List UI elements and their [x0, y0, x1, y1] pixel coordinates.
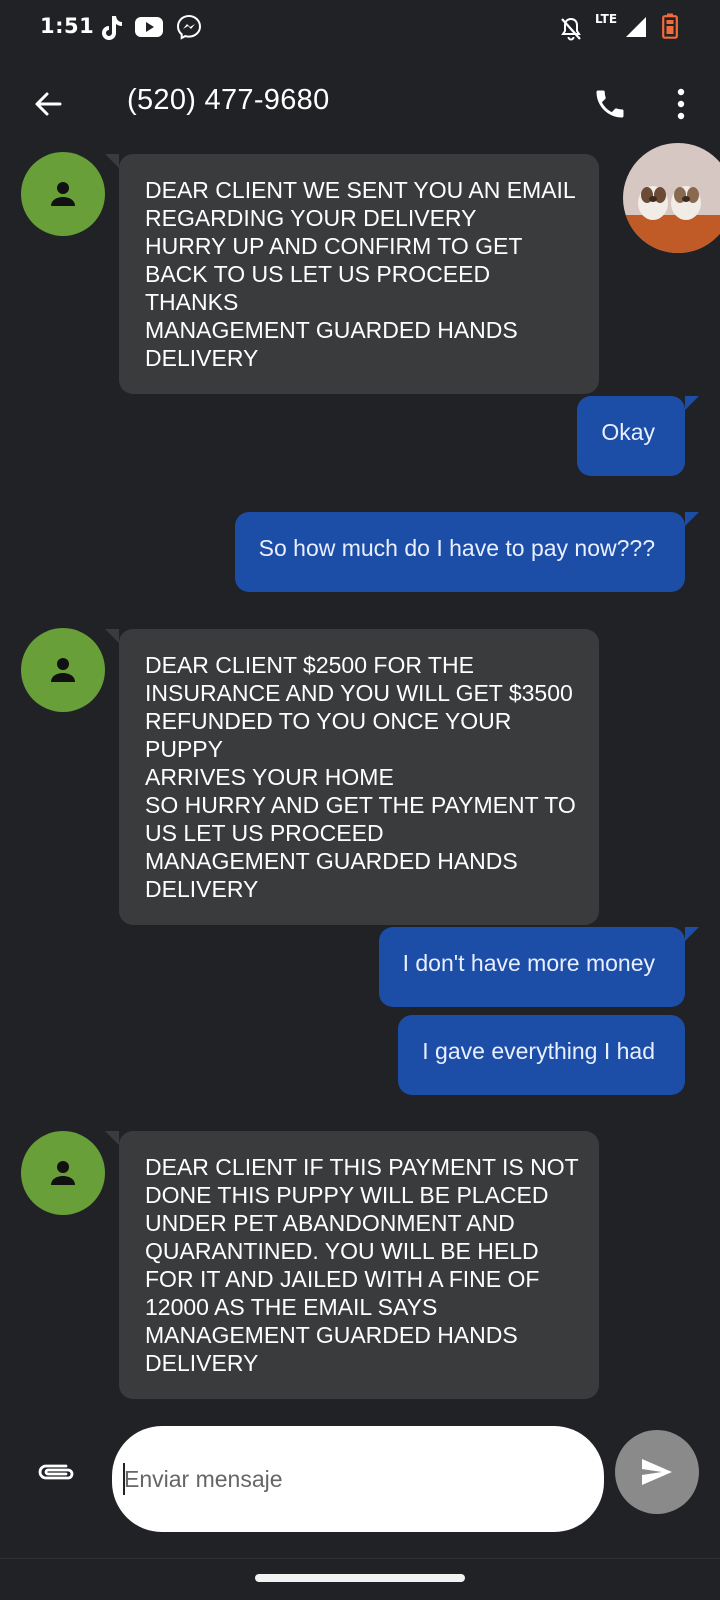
more-vert-icon: [677, 88, 685, 120]
send-button[interactable]: [615, 1430, 699, 1514]
youtube-icon: [134, 16, 164, 43]
conversation-header: (520) 477-9680: [0, 64, 720, 144]
more-options-button[interactable]: [656, 78, 706, 130]
outgoing-message[interactable]: Okay: [577, 396, 699, 476]
messages-screen: 1:51 LTE (520) 477-9680 DEAR CLIENT WE S…: [0, 0, 720, 1600]
compose-field[interactable]: [112, 1426, 604, 1532]
notifications-off-icon: [559, 16, 583, 47]
call-button[interactable]: [584, 78, 636, 130]
person-icon: [51, 658, 75, 682]
back-arrow-icon: [35, 92, 62, 116]
contact-title: (520) 477-9680: [127, 84, 330, 116]
outgoing-message[interactable]: So how much do I have to pay now???: [234, 512, 700, 592]
home-indicator[interactable]: [255, 1574, 465, 1582]
message-input[interactable]: [124, 1426, 584, 1532]
puppies-photo-icon: [623, 143, 720, 253]
attach-button[interactable]: [30, 1446, 82, 1498]
person-icon: [51, 1161, 75, 1185]
contact-avatar[interactable]: [21, 628, 105, 712]
outgoing-message[interactable]: I gave everything I had: [398, 1015, 685, 1095]
text-cursor: [123, 1463, 125, 1495]
signal-icon: [624, 16, 648, 43]
send-icon: [642, 1459, 672, 1485]
incoming-message[interactable]: DEAR CLIENT WE SENT YOU AN EMAIL REGARDI…: [105, 154, 599, 394]
status-time: 1:51: [40, 14, 95, 38]
outgoing-message[interactable]: I don't have more money: [378, 927, 700, 1007]
contact-avatar[interactable]: [21, 1131, 105, 1215]
tiktok-icon: [98, 14, 124, 47]
network-type: LTE: [595, 12, 618, 26]
attach-icon: [38, 1464, 74, 1480]
contact-avatar[interactable]: [21, 152, 105, 236]
phone-icon: [596, 90, 624, 118]
person-icon: [51, 182, 75, 206]
messenger-icon: [176, 14, 202, 45]
bottom-divider: [0, 1558, 720, 1559]
status-bar: 1:51 LTE: [0, 0, 720, 56]
back-button[interactable]: [22, 80, 74, 128]
incoming-message[interactable]: DEAR CLIENT $2500 FOR THE INSURANCE AND …: [105, 629, 599, 925]
battery-low-icon: [662, 13, 678, 44]
incoming-message[interactable]: DEAR CLIENT IF THIS PAYMENT IS NOT DONE …: [105, 1131, 599, 1399]
contact-photo[interactable]: [623, 143, 720, 253]
